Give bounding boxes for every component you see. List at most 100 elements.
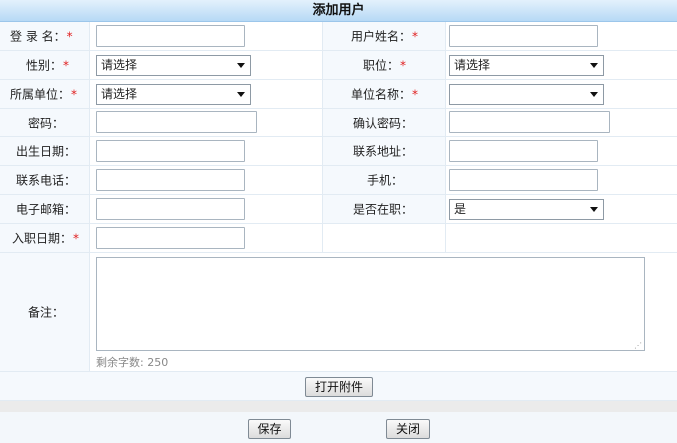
email-label: 电子邮箱： — [16, 202, 77, 217]
phone-label: 联系电话： — [16, 173, 77, 188]
required-mark: * — [412, 29, 419, 44]
real-name-input[interactable] — [449, 25, 598, 47]
position-label-wrap: 职位：* — [363, 57, 406, 74]
form-row: 所属单位：* 请选择 单位名称：* — [0, 80, 677, 109]
required-mark: * — [71, 87, 78, 102]
unit-name-label-wrap: 单位名称：* — [351, 86, 418, 103]
open-attachment-button[interactable]: 打开附件 — [305, 377, 373, 397]
position-label: 职位： — [363, 58, 400, 73]
close-button[interactable]: 关闭 — [386, 419, 430, 439]
footer-bar: 保存 关闭 — [0, 412, 677, 443]
employed-label: 是否在职： — [353, 202, 414, 217]
field-cell: 请选择 — [446, 51, 677, 79]
field-cell — [446, 22, 677, 50]
attachment-row: 打开附件 — [0, 372, 677, 401]
form-row: 密码： 确认密码： — [0, 109, 677, 137]
field-cell: 是 — [446, 195, 677, 223]
login-name-label: 登 录 名： — [10, 29, 66, 44]
field-cell — [446, 80, 677, 108]
form-row: 登 录 名：* 用户姓名：* — [0, 22, 677, 51]
form-row: 入职日期：* — [0, 224, 677, 253]
login-name-label-wrap: 登 录 名：* — [10, 28, 73, 45]
unit-name-select[interactable] — [449, 84, 604, 105]
unit-label: 所属单位： — [10, 87, 71, 102]
label-cell: 所属单位：* — [0, 80, 90, 108]
unit-selected: 请选择 — [101, 87, 138, 101]
birth-date-input[interactable] — [96, 140, 245, 162]
confirm-password-input[interactable] — [449, 111, 610, 133]
field-cell — [90, 166, 323, 194]
gender-label-wrap: 性别：* — [26, 57, 69, 74]
address-input[interactable] — [449, 140, 598, 162]
login-name-input[interactable] — [96, 25, 245, 47]
label-cell: 手机： — [323, 166, 446, 194]
field-cell — [90, 109, 323, 136]
field-cell — [446, 137, 677, 165]
label-cell: 登 录 名：* — [0, 22, 90, 50]
save-button[interactable]: 保存 — [248, 419, 291, 439]
gender-selected: 请选择 — [101, 58, 138, 72]
chevron-down-icon — [590, 207, 598, 212]
hire-date-input[interactable] — [96, 227, 245, 249]
mobile-label: 手机： — [367, 173, 404, 188]
label-cell: 用户姓名：* — [323, 22, 446, 50]
label-cell: 性别：* — [0, 51, 90, 79]
hire-date-label: 入职日期： — [12, 231, 73, 246]
label-cell: 备注： — [0, 253, 90, 371]
employed-selected: 是 — [454, 202, 467, 216]
form-row: 性别：* 请选择 职位：* 请选择 — [0, 51, 677, 80]
empty-field-cell — [446, 224, 677, 252]
gender-label: 性别： — [26, 58, 63, 73]
confirm-password-label: 确认密码： — [353, 116, 414, 130]
label-cell: 是否在职： — [323, 195, 446, 223]
dialog-title: 添加用户 — [0, 0, 677, 22]
resize-grip-icon[interactable]: ⋰ — [634, 342, 642, 350]
unit-name-label: 单位名称： — [351, 87, 412, 102]
password-label: 密码： — [28, 116, 65, 130]
employed-select[interactable]: 是 — [449, 199, 604, 220]
chevron-down-icon — [237, 63, 245, 68]
separator-bar — [0, 401, 677, 412]
unit-label-wrap: 所属单位：* — [10, 86, 77, 103]
form-row: 电子邮箱： 是否在职： 是 — [0, 195, 677, 224]
required-mark: * — [400, 58, 407, 73]
field-cell — [90, 137, 323, 165]
field-cell: 请选择 — [90, 80, 323, 108]
label-cell: 密码： — [0, 109, 90, 136]
phone-input[interactable] — [96, 169, 245, 191]
unit-select[interactable]: 请选择 — [96, 84, 251, 105]
remaining-count: 剩余字数: 250 — [96, 356, 169, 369]
field-cell — [446, 166, 677, 194]
position-select[interactable]: 请选择 — [449, 55, 604, 76]
field-cell — [90, 22, 323, 50]
label-cell: 联系地址： — [323, 137, 446, 165]
label-cell: 出生日期： — [0, 137, 90, 165]
label-cell: 电子邮箱： — [0, 195, 90, 223]
password-input[interactable] — [96, 111, 257, 133]
form-row: 出生日期： 联系地址： — [0, 137, 677, 166]
field-cell: ⋰ 剩余字数: 250 — [90, 253, 677, 371]
chevron-down-icon — [590, 63, 598, 68]
field-cell — [90, 195, 323, 223]
required-mark: * — [73, 231, 80, 246]
mobile-input[interactable] — [449, 169, 598, 191]
birth-date-label: 出生日期： — [16, 144, 77, 159]
label-cell: 职位：* — [323, 51, 446, 79]
remarks-label: 备注： — [28, 305, 65, 320]
label-cell: 单位名称：* — [323, 80, 446, 108]
email-input[interactable] — [96, 198, 245, 220]
empty-label-cell — [323, 224, 446, 252]
chevron-down-icon — [590, 92, 598, 97]
field-cell — [446, 109, 677, 136]
address-label: 联系地址： — [353, 144, 414, 159]
required-mark: * — [66, 29, 73, 44]
field-cell: 请选择 — [90, 51, 323, 79]
label-cell: 入职日期：* — [0, 224, 90, 252]
hire-date-label-wrap: 入职日期：* — [12, 230, 79, 247]
form-row: 联系电话： 手机： — [0, 166, 677, 195]
label-cell: 联系电话： — [0, 166, 90, 194]
gender-select[interactable]: 请选择 — [96, 55, 251, 76]
remarks-textarea[interactable] — [96, 257, 645, 351]
required-mark: * — [63, 58, 70, 73]
real-name-label-wrap: 用户姓名：* — [351, 28, 418, 45]
